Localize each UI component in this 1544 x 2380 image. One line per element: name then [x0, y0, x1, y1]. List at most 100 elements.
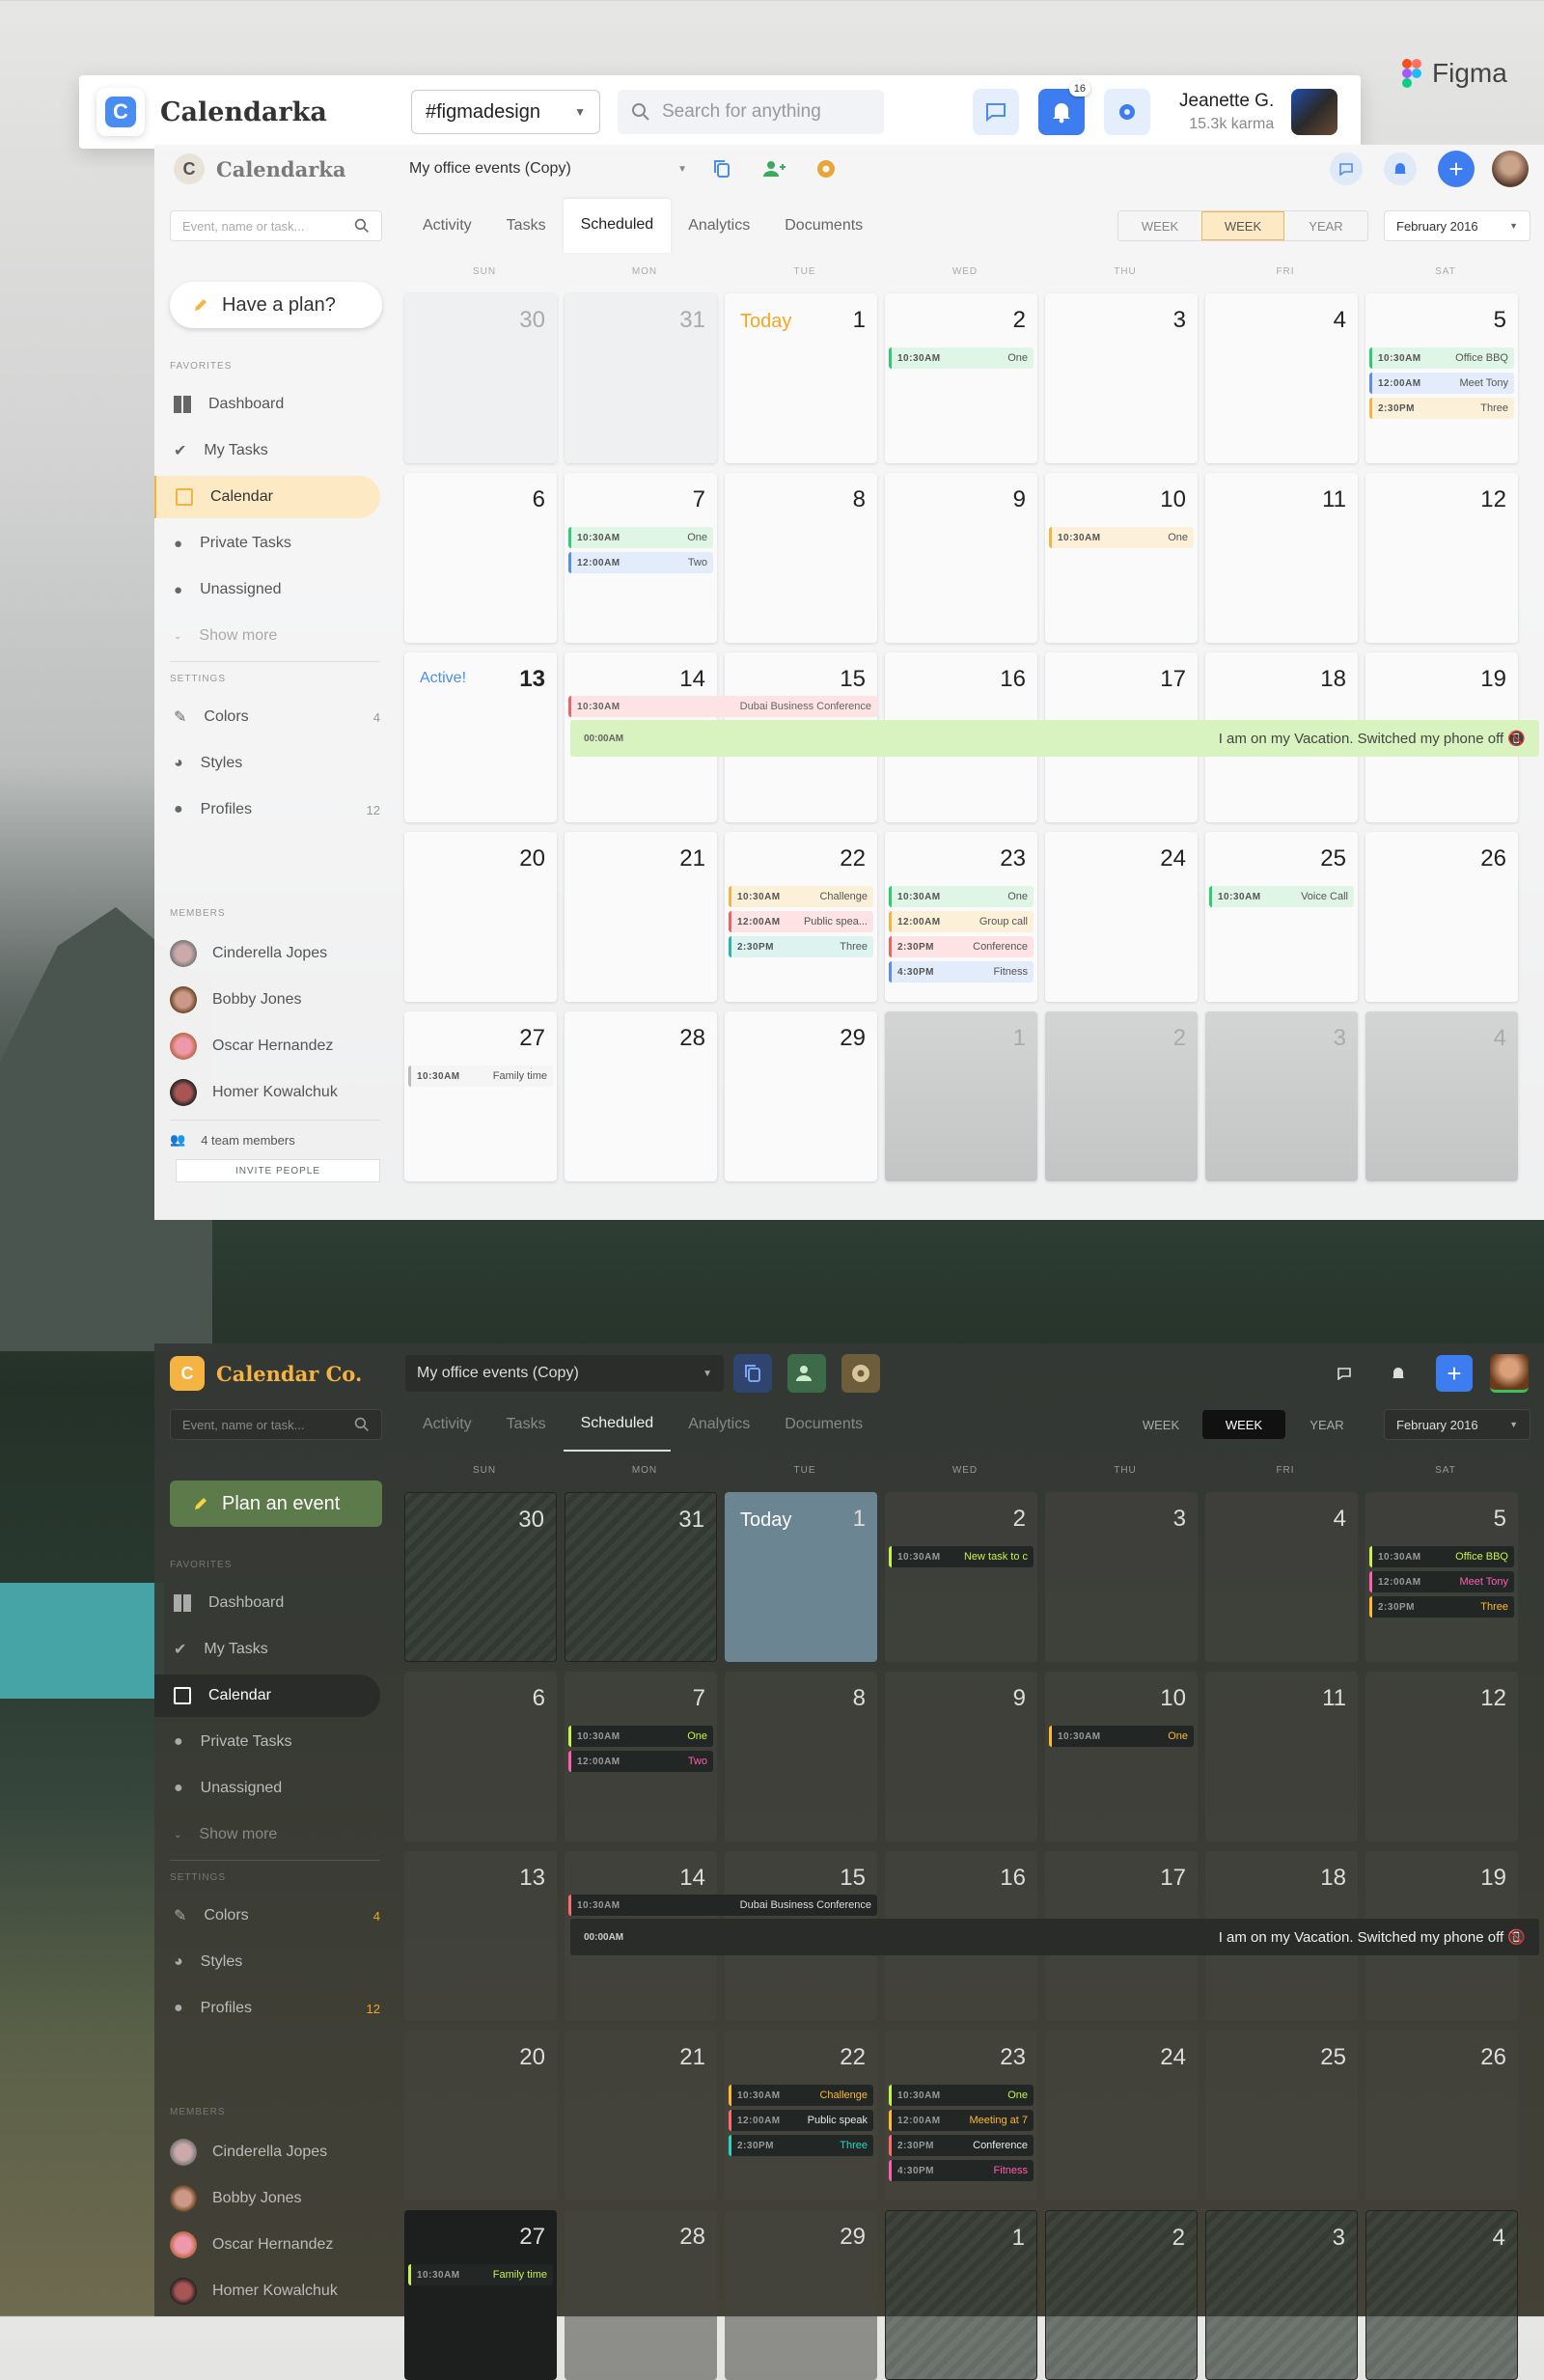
event-item[interactable]: 2:30PM Three: [729, 2135, 873, 2156]
tab-tasks[interactable]: Tasks: [489, 1398, 564, 1452]
gear-icon[interactable]: [811, 153, 841, 184]
plan-button[interactable]: Plan an event: [170, 1481, 382, 1527]
add-button[interactable]: +: [1436, 1355, 1473, 1392]
copy-icon[interactable]: [706, 153, 737, 184]
calendar-day[interactable]: 23 10:30AM One 12:00AM Meeting at 7 2:30PM Con…: [885, 2031, 1037, 2200]
add-button[interactable]: +: [1438, 151, 1475, 187]
calendar-day[interactable]: 9: [885, 1672, 1037, 1841]
member-item[interactable]: Homer Kowalchuk: [154, 2268, 396, 2314]
calendar-day[interactable]: 29: [725, 2210, 877, 2380]
calendar-select[interactable]: My office events (Copy) ▼: [398, 153, 699, 184]
member-item[interactable]: Oscar Hernandez: [154, 2222, 396, 2268]
calendar-day[interactable]: 31: [565, 293, 717, 463]
show-more-button[interactable]: ⌄ Show more: [154, 1813, 396, 1856]
event-search[interactable]: Event, name or task...: [170, 210, 382, 241]
calendar-day[interactable]: 25 10:30AM Voice Call: [1205, 832, 1358, 1002]
member-item[interactable]: Bobby Jones: [154, 2175, 396, 2222]
vacation-event[interactable]: 00:00AM I am on my Vacation. Switched my…: [570, 1919, 1539, 1955]
tab-documents[interactable]: Documents: [767, 199, 880, 253]
event-item[interactable]: 10:30AM One: [568, 1726, 713, 1747]
member-item[interactable]: Cinderella Jopes: [154, 2129, 396, 2175]
event-item[interactable]: 10:30AM Family time: [408, 1065, 553, 1087]
calendar-day[interactable]: 22 10:30AM Challenge 12:00AM Public speak 2:3…: [725, 2031, 877, 2200]
calendar-day[interactable]: 1 Today: [725, 1492, 877, 1662]
sidebar-item-profiles[interactable]: ● Profiles 12: [154, 1987, 396, 2030]
member-item[interactable]: Oscar Hernandez: [154, 1023, 396, 1069]
calendar-day[interactable]: 31: [565, 1492, 717, 1662]
notifications-button[interactable]: [1384, 152, 1417, 185]
calendar-day[interactable]: 26: [1365, 832, 1518, 1002]
channel-select[interactable]: #figmadesign ▼: [411, 90, 600, 134]
team-icon[interactable]: [758, 153, 789, 184]
calendar-day[interactable]: 21: [565, 2031, 717, 2200]
chat-button[interactable]: [973, 89, 1019, 135]
calendar-day[interactable]: 1: [885, 2210, 1037, 2380]
sidebar-item-dashboard[interactable]: Dashboard: [154, 1582, 396, 1624]
tab-scheduled[interactable]: Scheduled: [563, 1398, 672, 1452]
calendar-day[interactable]: 2 10:30AM New task to c: [885, 1492, 1037, 1662]
copy-icon[interactable]: [733, 1354, 772, 1393]
calendar-day[interactable]: 10 10:30AM One: [1045, 473, 1198, 643]
calendar-day[interactable]: 2: [1045, 1011, 1198, 1181]
event-item[interactable]: 10:30AM One: [1049, 1726, 1194, 1747]
avatar[interactable]: [1490, 1354, 1529, 1393]
tab-analytics[interactable]: Analytics: [671, 1398, 767, 1452]
gear-icon[interactable]: [841, 1354, 880, 1393]
event-item[interactable]: 2:30PM Three: [1369, 1596, 1514, 1618]
calendar-day[interactable]: 22 10:30AM Challenge 12:00AM Public spea... 2…: [725, 832, 877, 1002]
conference-event[interactable]: 10:30AM Dubai Business Conference: [568, 1895, 877, 1916]
event-item[interactable]: 12:00AM Meeting at 7: [889, 2110, 1034, 2131]
view-week-2[interactable]: WEEK: [1202, 1410, 1285, 1439]
sidebar-item-colors[interactable]: ✎ Colors 4: [154, 1895, 396, 1937]
calendar-day[interactable]: 24: [1045, 2031, 1198, 2200]
calendar-day[interactable]: 12: [1365, 1672, 1518, 1841]
global-search[interactable]: Search for anything: [618, 90, 884, 134]
event-item[interactable]: 10:30AM Challenge: [729, 886, 873, 907]
event-item[interactable]: 10:30AM Challenge: [729, 2085, 873, 2106]
sidebar-item-styles[interactable]: ◕ Styles: [154, 1941, 396, 1983]
chat-button[interactable]: [1328, 1357, 1361, 1390]
tab-analytics[interactable]: Analytics: [671, 199, 767, 253]
event-item[interactable]: 10:30AM Voice Call: [1209, 886, 1354, 907]
calendar-day[interactable]: 23 10:30AM One 12:00AM Group call 2:30PM Confe…: [885, 832, 1037, 1002]
event-item[interactable]: 10:30AM One: [1049, 527, 1194, 548]
sidebar-item-profiles[interactable]: ● Profiles 12: [154, 789, 396, 831]
member-item[interactable]: Cinderella Jopes: [154, 930, 396, 977]
sidebar-item-private-tasks[interactable]: ● Private Tasks: [154, 522, 396, 565]
event-item[interactable]: 10:30AM One: [889, 347, 1034, 369]
sidebar-item-unassigned[interactable]: ● Unassigned: [154, 1767, 396, 1810]
event-item[interactable]: 12:00AM Public speak: [729, 2110, 873, 2131]
calendar-day[interactable]: 6: [404, 1672, 557, 1841]
calendar-day[interactable]: 10 10:30AM One: [1045, 1672, 1198, 1841]
event-item[interactable]: 12:00AM Group call: [889, 911, 1034, 932]
vacation-event[interactable]: 00:00AM I am on my Vacation. Switched my…: [570, 720, 1539, 757]
event-item[interactable]: 4:30PM Fitness: [889, 961, 1034, 982]
sidebar-item-unassigned[interactable]: ● Unassigned: [154, 568, 396, 611]
event-item[interactable]: 10:30AM One: [568, 527, 713, 548]
calendar-day[interactable]: 21: [565, 832, 717, 1002]
calendar-day[interactable]: 11: [1205, 1672, 1358, 1841]
event-item[interactable]: 4:30PM Fitness: [889, 2160, 1034, 2181]
calendar-day[interactable]: 20: [404, 2031, 557, 2200]
event-item[interactable]: 10:30AM Office BBQ: [1369, 1546, 1514, 1567]
member-item[interactable]: Bobby Jones: [154, 977, 396, 1023]
calendar-day[interactable]: 2: [1045, 2210, 1198, 2380]
event-item[interactable]: 12:00AM Two: [568, 1751, 713, 1772]
calendar-day[interactable]: 1: [885, 1011, 1037, 1181]
event-item[interactable]: 10:30AM One: [889, 886, 1034, 907]
calendar-day[interactable]: 30: [404, 1492, 557, 1662]
avatar[interactable]: [1492, 151, 1529, 187]
sidebar-item-styles[interactable]: ◕ Styles: [154, 742, 396, 785]
member-item[interactable]: Homer Kowalchuk: [154, 1069, 396, 1116]
month-select[interactable]: February 2016 ▼: [1384, 1409, 1530, 1440]
event-item[interactable]: 12:00AM Meet Tony: [1369, 373, 1514, 394]
view-week-1[interactable]: WEEK: [1118, 211, 1201, 240]
calendar-day[interactable]: 26: [1365, 2031, 1518, 2200]
event-item[interactable]: 2:30PM Conference: [889, 2135, 1034, 2156]
avatar[interactable]: [1291, 89, 1338, 135]
sidebar-item-colors[interactable]: ✎ Colors 4: [154, 696, 396, 738]
event-item[interactable]: 10:30AM New task to c: [889, 1546, 1034, 1567]
calendar-day[interactable]: 13: [404, 1851, 557, 2021]
team-icon[interactable]: [787, 1354, 826, 1393]
calendar-day[interactable]: 3: [1045, 293, 1198, 463]
